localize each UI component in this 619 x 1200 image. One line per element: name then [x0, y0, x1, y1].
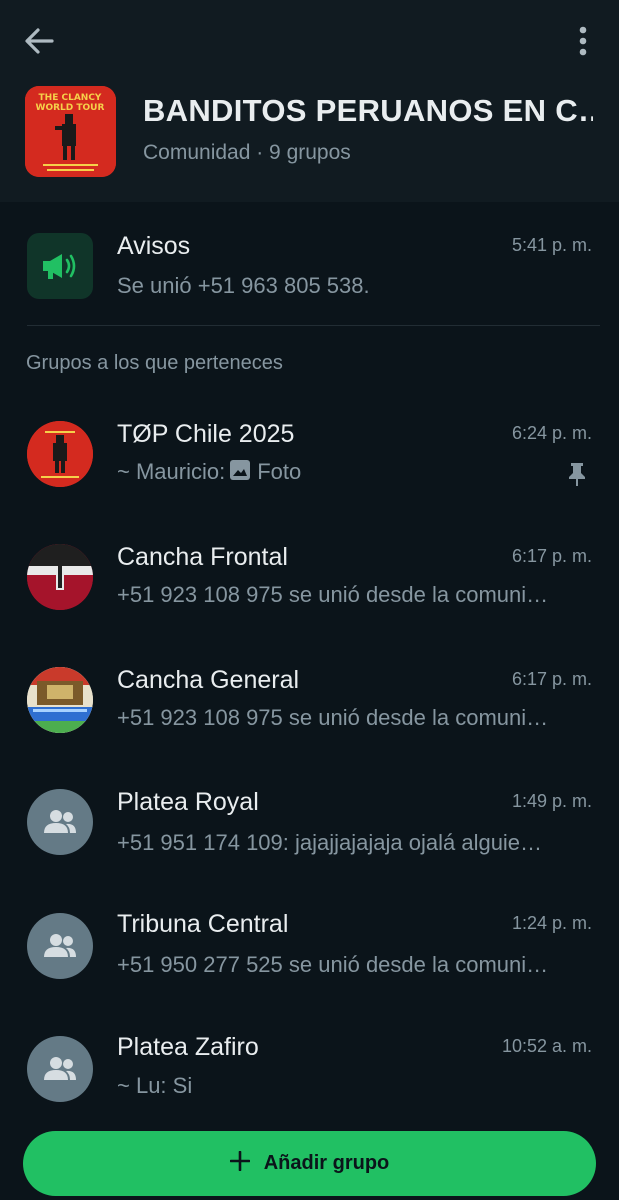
avatar-tour-title: THE CLANCY: [39, 93, 102, 103]
group-name: Tribuna Central: [117, 910, 289, 938]
more-options-icon[interactable]: [570, 24, 596, 58]
message-text: Foto: [257, 459, 302, 484]
group-last-message: +51 950 277 525 se unió desde la comuni…: [117, 952, 549, 977]
section-label: Grupos a los que perteneces: [26, 352, 283, 374]
group-row[interactable]: Cancha General 6:17 p. m. +51 923 108 97…: [0, 659, 619, 759]
announcements-last-message: Se unió +51 963 805 538.: [117, 273, 370, 298]
group-placeholder-icon: [27, 913, 93, 979]
group-row[interactable]: Tribuna Central 1:24 p. m. +51 950 277 5…: [0, 905, 619, 1005]
group-row[interactable]: Cancha Frontal 6:17 p. m. +51 923 108 97…: [0, 536, 619, 636]
group-row[interactable]: Platea Zafiro 10:52 a. m. ~ Lu: Si: [0, 1028, 619, 1128]
group-name: Platea Royal: [117, 788, 259, 816]
announcements-row[interactable]: Avisos 5:41 p. m. Se unió +51 963 805 53…: [0, 225, 619, 325]
message-sender: ~ Mauricio:: [117, 459, 226, 484]
photo-icon: [229, 459, 251, 487]
announcements-title: Avisos: [117, 232, 191, 260]
group-time: 6:17 p. m.: [511, 669, 592, 689]
megaphone-icon: [27, 233, 93, 299]
group-name: TØP Chile 2025: [117, 420, 295, 448]
group-time: 1:24 p. m.: [511, 913, 592, 933]
group-name: Cancha Frontal: [117, 543, 288, 571]
plus-icon: [229, 1150, 251, 1176]
group-avatar: [27, 667, 93, 733]
group-name: Cancha General: [117, 666, 300, 694]
group-last-message: +51 951 174 109: jajajjajajaja ojalá alg…: [117, 830, 543, 855]
back-arrow-icon[interactable]: [22, 24, 56, 58]
group-row[interactable]: Platea Royal 1:49 p. m. +51 951 174 109:…: [0, 783, 619, 883]
group-placeholder-icon: [27, 1036, 93, 1102]
community-name[interactable]: BANDITOS PERUANOS EN C…: [143, 93, 593, 129]
group-time: 6:24 p. m.: [511, 423, 592, 443]
group-last-message: ~ Lu: Si: [117, 1073, 193, 1098]
pin-icon: [566, 461, 588, 492]
group-row[interactable]: TØP Chile 2025 6:24 p. m. ~ Mauricio: Fot…: [0, 413, 619, 513]
group-last-message: ~ Mauricio: Foto: [117, 459, 582, 487]
group-time: 1:49 p. m.: [511, 791, 592, 811]
group-time: 6:17 p. m.: [511, 546, 592, 566]
group-time: 10:52 a. m.: [501, 1036, 592, 1056]
community-avatar[interactable]: THE CLANCY WORLD TOUR: [25, 86, 116, 177]
group-placeholder-icon: [27, 789, 93, 855]
group-last-message: +51 923 108 975 se unió desde la comuni…: [117, 582, 549, 607]
announcements-time: 5:41 p. m.: [511, 235, 592, 255]
community-meta: Comunidad · 9 grupos: [143, 141, 351, 164]
add-group-label: Añadir grupo: [263, 1152, 390, 1174]
group-avatar: [27, 544, 93, 610]
group-avatar: [27, 421, 93, 487]
avatar-tour-subtitle: WORLD TOUR: [36, 103, 105, 113]
group-last-message: +51 923 108 975 se unió desde la comuni…: [117, 705, 549, 730]
divider: [27, 325, 600, 326]
community-header: THE CLANCY WORLD TOUR BANDITOS PERUANOS …: [0, 0, 619, 202]
add-group-button[interactable]: Añadir grupo: [23, 1131, 596, 1196]
group-name: Platea Zafiro: [117, 1033, 259, 1061]
